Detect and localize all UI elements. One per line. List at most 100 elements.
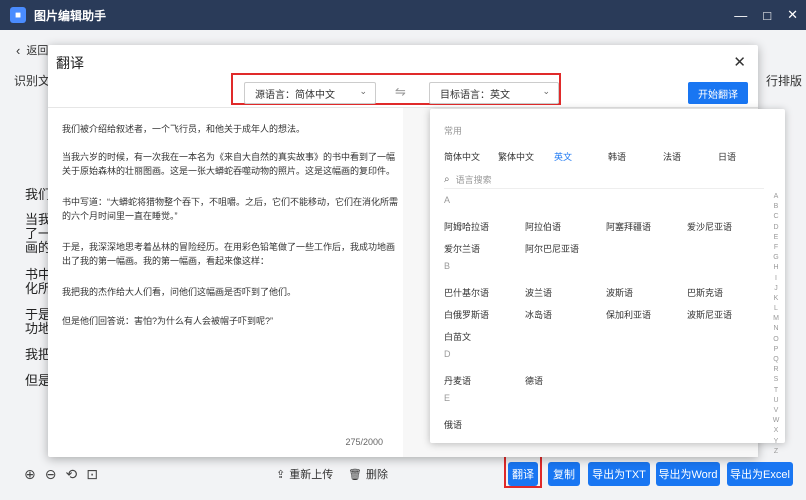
alphabet-index: ABCDEFGHIJKLMNOPQRSTUVWXYZ: [771, 193, 781, 455]
alphabet-index-letter[interactable]: K: [774, 295, 779, 302]
alphabet-index-letter[interactable]: B: [774, 203, 779, 210]
recognize-label: 识别文: [14, 74, 51, 88]
upload-icon: ⇪: [276, 468, 286, 481]
copy-button[interactable]: 复制: [548, 462, 580, 486]
language-option[interactable]: 保加利亚语: [606, 308, 651, 321]
zoom-in-icon[interactable]: ⊕: [24, 466, 36, 483]
language-option[interactable]: 阿尔巴尼亚语: [525, 242, 579, 255]
alphabet-index-letter[interactable]: Y: [774, 438, 779, 445]
maximize-icon[interactable]: □: [763, 8, 771, 23]
app-logo-icon: ■: [10, 7, 26, 23]
language-option[interactable]: 丹麦语: [444, 374, 471, 387]
rotate-icon[interactable]: ⟲: [65, 466, 77, 483]
alphabet-index-letter[interactable]: N: [773, 325, 778, 332]
alphabet-index-letter[interactable]: J: [774, 285, 778, 292]
language-option[interactable]: 阿姆哈拉语: [444, 220, 489, 233]
language-option[interactable]: 波斯尼亚语: [687, 308, 732, 321]
target-language-value: 目标语言：英文: [440, 89, 510, 101]
alphabet-index-letter[interactable]: E: [774, 234, 779, 241]
source-paragraph: 当我六岁的时候，有一次我在一本名为《来自大自然的真实故事》的书中看到了一幅关于原…: [62, 152, 396, 176]
alphabet-index-letter[interactable]: U: [773, 397, 778, 404]
alphabet-index-letter[interactable]: W: [773, 417, 780, 424]
alphabet-index-letter[interactable]: I: [775, 275, 777, 282]
minimize-icon[interactable]: —: [734, 8, 747, 23]
language-dropdown: 常用 简体中文 繁体中文 英文 韩语 法语 日语 ⌕ 语言搜索 A 阿姆哈拉语 …: [430, 109, 785, 455]
alphabet-index-letter[interactable]: A: [774, 193, 779, 200]
alphabet-index-letter[interactable]: T: [774, 387, 778, 394]
language-option[interactable]: 繁体中文: [498, 150, 534, 163]
alphabet-index-letter[interactable]: P: [774, 346, 779, 353]
export-excel-button[interactable]: 导出为Excel: [727, 462, 793, 486]
reupload-label: 重新上传: [289, 469, 334, 481]
alphabet-index-letter[interactable]: Q: [773, 356, 778, 363]
swap-icon[interactable]: ⇋: [395, 84, 406, 100]
delete-button[interactable]: 🗑 删除: [348, 466, 388, 482]
language-option[interactable]: 法语: [663, 150, 681, 163]
close-icon[interactable]: ✕: [733, 53, 746, 71]
language-option[interactable]: 巴什基尔语: [444, 286, 489, 299]
char-count: 275/2000: [345, 437, 383, 447]
search-icon: ⌕: [444, 174, 450, 185]
alphabet-index-letter[interactable]: M: [773, 315, 779, 322]
source-paragraph: 但是他们回答说：害怕?为什么有人会被帽子吓到呢?”: [62, 316, 274, 326]
alphabet-index-letter[interactable]: D: [773, 224, 778, 231]
language-option[interactable]: 德语: [525, 374, 543, 387]
back-link[interactable]: 返回: [26, 42, 48, 58]
back-arrow-icon[interactable]: ‹: [16, 43, 20, 58]
source-paragraph: 我们被介绍给叙述者，一个飞行员，和他关于成年人的想法。: [62, 124, 306, 134]
alphabet-index-letter[interactable]: L: [774, 305, 778, 312]
language-option-selected[interactable]: 英文: [554, 150, 572, 163]
alphabet-index-letter[interactable]: R: [773, 366, 778, 373]
language-option[interactable]: 白俄罗斯语: [444, 308, 489, 321]
language-option[interactable]: 白苗文: [444, 330, 471, 343]
language-option[interactable]: 韩语: [608, 150, 626, 163]
language-option[interactable]: 阿塞拜疆语: [606, 220, 651, 233]
alphabet-index-letter[interactable]: V: [774, 407, 779, 414]
alphabet-index-letter[interactable]: X: [774, 427, 779, 434]
chevron-down-icon: ⌄: [359, 86, 367, 96]
alphabet-index-letter[interactable]: O: [773, 336, 778, 343]
search-placeholder: 语言搜索: [455, 175, 492, 185]
alphabet-index-letter[interactable]: G: [773, 254, 778, 261]
language-option[interactable]: 爱沙尼亚语: [687, 220, 732, 233]
alphabet-index-letter[interactable]: Z: [774, 448, 778, 455]
common-section-label: 常用: [444, 126, 463, 136]
dialog-title: 翻译: [56, 55, 84, 71]
chevron-down-icon: ⌄: [542, 86, 550, 96]
alphabet-index-letter[interactable]: F: [774, 244, 778, 251]
language-option[interactable]: 波斯语: [606, 286, 633, 299]
alphabet-index-letter[interactable]: S: [774, 376, 779, 383]
language-option[interactable]: 冰岛语: [525, 308, 552, 321]
alphabet-index-letter[interactable]: C: [773, 213, 778, 220]
fit-screen-icon[interactable]: ⊡: [86, 466, 98, 483]
source-paragraph: 书中写道：“大蟒蛇将猎物整个吞下，不咀嚼。之后，它们不能移动，它们在消化所需的六…: [62, 197, 398, 221]
language-option[interactable]: 日语: [718, 150, 736, 163]
translate-button[interactable]: 翻译: [508, 462, 538, 486]
source-language-value: 源语言：简体中文: [255, 89, 335, 101]
language-option[interactable]: 阿拉伯语: [525, 220, 561, 233]
reupload-button[interactable]: ⇪ 重新上传: [276, 466, 333, 482]
export-txt-button[interactable]: 导出为TXT: [588, 462, 650, 486]
trash-icon: 🗑: [348, 468, 362, 481]
source-text-panel[interactable]: 我们被介绍给叙述者，一个飞行员，和他关于成年人的想法。 当我六岁的时候，有一次我…: [48, 108, 403, 457]
language-option[interactable]: 巴斯克语: [687, 286, 723, 299]
zoom-out-icon[interactable]: ⊖: [45, 466, 57, 483]
language-option[interactable]: 简体中文: [444, 150, 480, 163]
language-option[interactable]: 爱尔兰语: [444, 242, 480, 255]
source-language-select[interactable]: 源语言：简体中文 ⌄: [244, 82, 376, 104]
target-language-select[interactable]: 目标语言：英文 ⌄: [429, 82, 559, 104]
language-search-input[interactable]: ⌕ 语言搜索: [444, 171, 764, 189]
language-option[interactable]: 俄语: [444, 418, 462, 431]
start-translate-button[interactable]: 开始翻译: [688, 82, 748, 104]
layout-label: 行排版: [765, 74, 802, 88]
letter-header: B: [444, 261, 451, 271]
alphabet-index-letter[interactable]: H: [773, 264, 778, 271]
window-close-icon[interactable]: ✕: [787, 7, 798, 23]
language-option[interactable]: 波兰语: [525, 286, 552, 299]
source-paragraph: 我把我的杰作给大人们看，问他们这幅画是否吓到了他们。: [62, 287, 297, 297]
source-paragraph: 于是，我深深地思考着丛林的冒险经历。在用彩色铅笔做了一些工作后，我成功地画出了我…: [62, 242, 396, 266]
app-title: 图片编辑助手: [34, 8, 107, 23]
letter-header: D: [444, 349, 451, 359]
letter-header: A: [444, 195, 451, 205]
export-word-button[interactable]: 导出为Word: [656, 462, 720, 486]
